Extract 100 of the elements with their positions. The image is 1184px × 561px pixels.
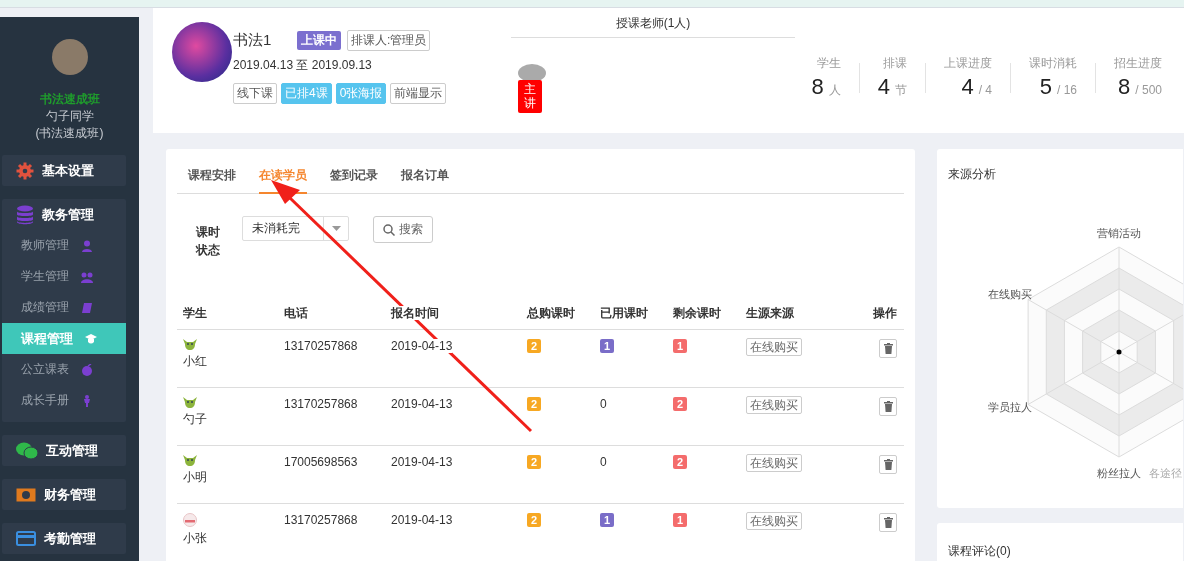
- student-name: 勺子同学: [45, 108, 94, 125]
- gear-icon: [16, 161, 34, 180]
- course-tag: 已排4课: [281, 83, 332, 104]
- count-badge: 1: [673, 339, 688, 353]
- stat-label: 排课: [882, 55, 907, 72]
- count-badge: 2: [527, 455, 542, 469]
- delete-button[interactable]: [879, 455, 897, 474]
- stat-unit: 人: [828, 83, 841, 97]
- course-tag: 前端显示: [390, 83, 447, 104]
- table-cell: 0: [600, 397, 607, 411]
- stat-unit: / 16: [1057, 83, 1077, 97]
- graduation-cap-icon: [85, 332, 97, 345]
- stat-unit: 节: [895, 83, 907, 97]
- stat-label: 招生进度: [1114, 55, 1162, 72]
- column-header: 电话: [284, 306, 308, 320]
- class-label: (书法速成班): [35, 125, 104, 142]
- chat-icon: [16, 441, 38, 460]
- axis-label: 学员拉人: [988, 400, 1033, 413]
- creature-icon: [183, 339, 197, 350]
- table-cell: 13170257868: [284, 397, 358, 411]
- tab[interactable]: 报名订单: [401, 167, 449, 194]
- menu-item[interactable]: 教师管理: [2, 230, 126, 261]
- creature-icon: [183, 397, 197, 408]
- credit-card-icon: [16, 531, 36, 546]
- apple-icon: [81, 363, 93, 376]
- tab[interactable]: 课程安排: [188, 167, 236, 194]
- count-badge: 1: [600, 339, 615, 353]
- course-tag: 0张海报: [335, 83, 387, 104]
- status-dropdown[interactable]: 未消耗完: [242, 216, 350, 241]
- search-button[interactable]: 搜索: [373, 216, 434, 243]
- menu-item[interactable]: 考勤管理: [2, 523, 126, 554]
- source-tag: 在线购买: [746, 338, 802, 356]
- stat-value: 4: [877, 74, 890, 99]
- teachers-title: 授课老师(1人): [511, 15, 795, 38]
- person-icon: [81, 394, 93, 407]
- column-header: 报名时间: [391, 306, 439, 320]
- source-tag: 在线购买: [746, 512, 802, 530]
- axis-label: 营销活动: [1097, 227, 1141, 239]
- menu-item[interactable]: 财务管理: [2, 479, 126, 510]
- stat-value: 5: [1039, 74, 1052, 99]
- banknote-icon: [16, 487, 36, 502]
- filter-label: 课时状态: [196, 224, 221, 259]
- stat-unit: / 500: [1135, 83, 1162, 97]
- course-title: 书法1: [233, 31, 273, 50]
- class-name: 书法速成班: [39, 91, 100, 108]
- menu-item[interactable]: 基本设置: [2, 155, 126, 186]
- stat-unit: / 4: [978, 83, 992, 97]
- menu-item[interactable]: 学生管理: [2, 261, 126, 292]
- table-cell: 2019-04-13: [391, 455, 453, 469]
- delete-button[interactable]: [879, 397, 897, 416]
- axis-label: 在线购买: [988, 287, 1033, 300]
- users-icon: [81, 270, 93, 283]
- caret-icon: [331, 226, 341, 231]
- photo-placeholder: [518, 64, 546, 82]
- count-badge: 1: [673, 513, 688, 527]
- column-header: 总购课时: [527, 306, 575, 320]
- role-badge: 主讲: [518, 80, 542, 113]
- creature-icon: [183, 455, 197, 466]
- menu-item[interactable]: 成长手册: [2, 385, 126, 416]
- table-cell: 17005698563: [284, 455, 358, 469]
- delete-button[interactable]: [879, 339, 897, 358]
- table-cell: 0: [600, 455, 607, 469]
- stat-value: 8: [811, 74, 824, 99]
- menu-item[interactable]: 成绩管理: [2, 292, 126, 323]
- menu-item[interactable]: 互动管理: [2, 435, 126, 466]
- table-cell: 2019-04-13: [391, 513, 453, 527]
- menu-item[interactable]: 公立课表: [2, 354, 126, 385]
- photo-placeholder: [51, 39, 88, 75]
- source-tag: 在线购买: [746, 454, 802, 472]
- course-tag: 线下课: [233, 83, 277, 104]
- delete-button[interactable]: [879, 513, 897, 532]
- photo-placeholder: [172, 22, 232, 82]
- tab[interactable]: 签到记录: [330, 167, 378, 194]
- column-header: 学生: [183, 306, 207, 320]
- table-cell: 13170257868: [284, 339, 358, 353]
- stat-value: 4: [961, 74, 974, 99]
- source-tag: 在线购买: [746, 396, 802, 414]
- card-title: 来源分析: [947, 166, 997, 183]
- axis-label: 粉丝拉人: [1097, 467, 1141, 479]
- trash-icon: [883, 517, 893, 528]
- book-icon: [81, 301, 93, 314]
- column-header: 已用课时: [600, 306, 648, 320]
- student-name: 小张: [183, 530, 208, 547]
- face-icon: [183, 513, 197, 527]
- stat-label: 学生: [815, 55, 841, 72]
- count-badge: 2: [527, 339, 542, 353]
- stat-label: 课时消耗: [1029, 55, 1077, 72]
- menu-item[interactable]: 教务管理: [2, 199, 126, 230]
- count-badge: 2: [527, 513, 542, 527]
- count-badge: 2: [673, 455, 688, 469]
- table-cell: 2019-04-13: [391, 339, 453, 353]
- status-badge: 上课中: [297, 31, 341, 50]
- column-header: 剩余课时: [673, 306, 721, 320]
- search-icon: [383, 223, 396, 236]
- scheduler-tag: 排课人:管理员: [347, 30, 431, 51]
- count-badge: 1: [600, 513, 615, 527]
- table-cell: 2019-04-13: [391, 397, 453, 411]
- count-badge: 2: [527, 397, 542, 411]
- student-name: 小明: [183, 469, 208, 486]
- stat-label: 上课进度: [944, 55, 992, 72]
